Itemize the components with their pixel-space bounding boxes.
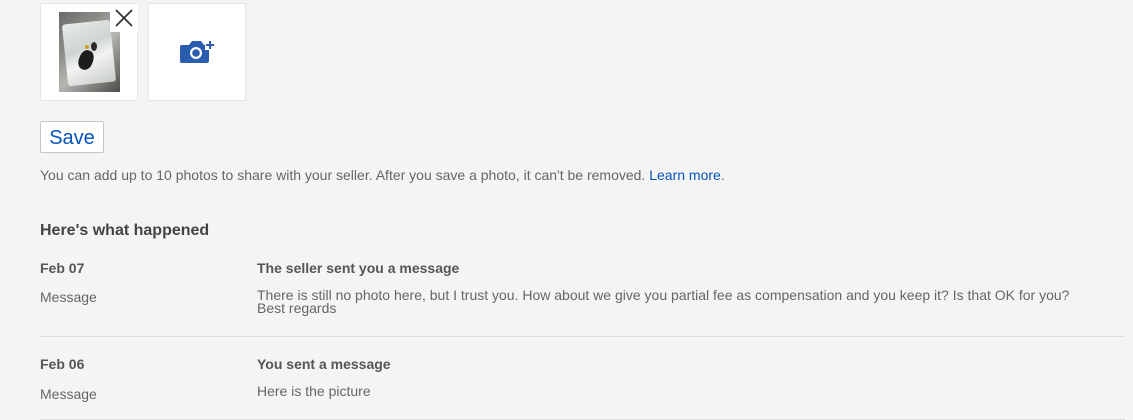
photo-info-suffix: . bbox=[720, 167, 725, 183]
photo-thumbnail-tile[interactable] bbox=[40, 3, 138, 101]
event-date: Feb 07 bbox=[40, 260, 85, 276]
event-message: There is still no photo here, but I trus… bbox=[257, 287, 1070, 316]
remove-photo-button[interactable] bbox=[110, 4, 138, 32]
event-message-line: Best regards bbox=[257, 300, 337, 316]
event-label: Message bbox=[40, 289, 97, 305]
timeline-event: Feb 07 The seller sent you a message Mes… bbox=[40, 258, 1125, 338]
event-label: Message bbox=[40, 386, 97, 402]
timeline-title: Here's what happened bbox=[40, 222, 210, 239]
add-photo-button[interactable] bbox=[148, 3, 246, 101]
event-heading: The seller sent you a message bbox=[257, 260, 460, 276]
event-message-line: Here is the picture bbox=[257, 383, 371, 399]
learn-more-link[interactable]: Learn more bbox=[649, 167, 721, 183]
close-icon bbox=[115, 9, 133, 27]
event-heading: You sent a message bbox=[257, 356, 391, 372]
photo-info-note: You can add up to 10 photos to share wit… bbox=[40, 167, 725, 183]
event-message: Here is the picture bbox=[257, 383, 371, 399]
photo-yellow-dot bbox=[85, 45, 89, 49]
event-date: Feb 06 bbox=[40, 356, 85, 372]
camera-plus-icon bbox=[180, 40, 215, 63]
event-divider bbox=[40, 336, 1125, 337]
photo-dark-object-small bbox=[91, 42, 97, 51]
event-message-line: There is still no photo here, but I trus… bbox=[257, 287, 1070, 303]
photo-info-text: You can add up to 10 photos to share wit… bbox=[40, 167, 650, 183]
save-button[interactable]: Save bbox=[40, 121, 104, 153]
photo-sharing-page: Save You can add up to 10 photos to shar… bbox=[0, 0, 1133, 420]
timeline-event: Feb 06 You sent a message Message Here i… bbox=[40, 354, 1125, 420]
